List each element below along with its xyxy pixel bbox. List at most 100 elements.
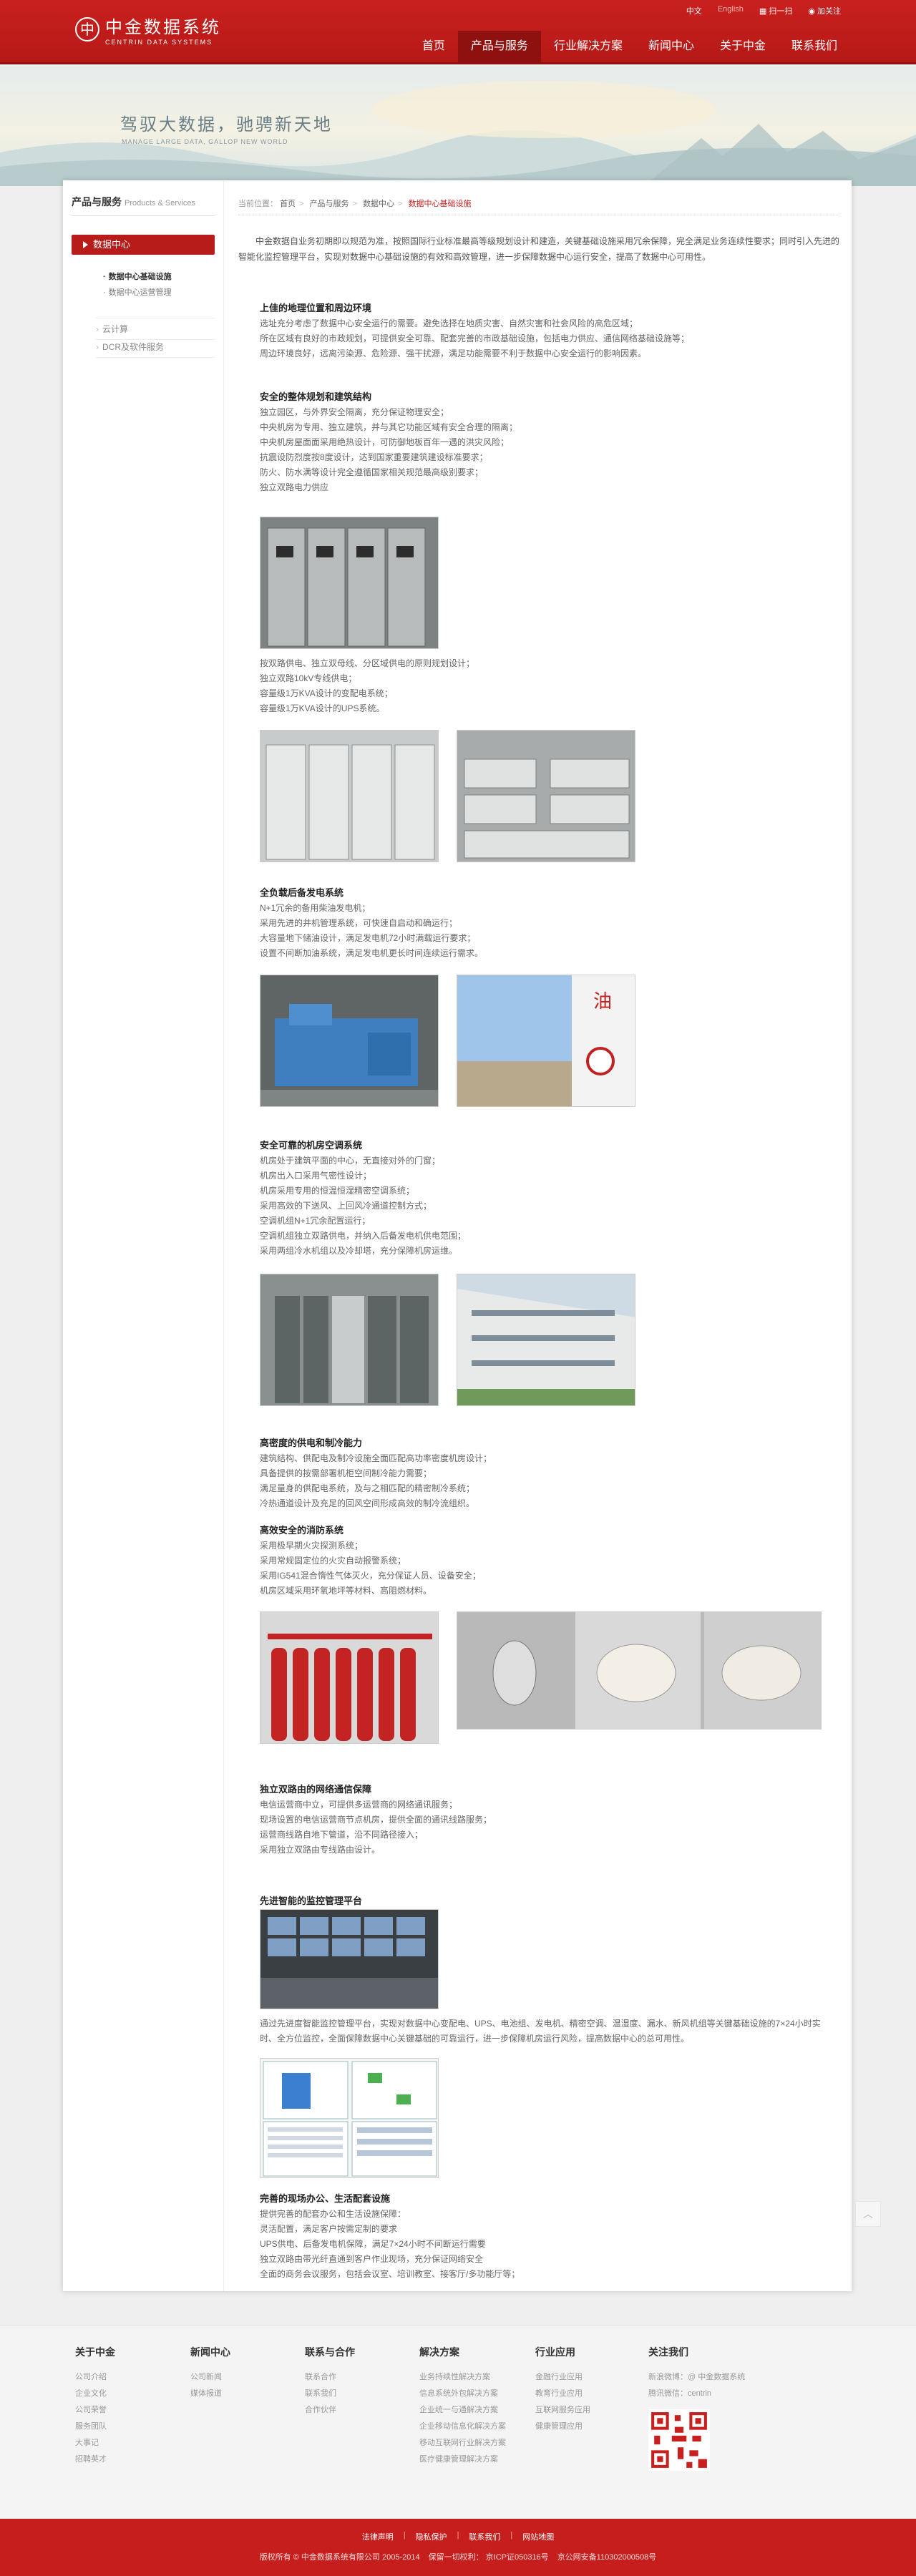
nav-solutions[interactable]: 行业解决方案: [541, 31, 635, 64]
section-body-structure: 独立园区，与外界安全隔离，充分保证物理安全； 中央机房为专用、独立建筑，并与其它功…: [260, 407, 518, 492]
fuel-sign-text: 油: [593, 991, 612, 1013]
footer-link[interactable]: 医疗健康管理解决方案: [419, 2451, 506, 2468]
breadcrumb-datacenter[interactable]: 数据中心: [363, 200, 394, 208]
qr-scan-link[interactable]: ▦ 扫一扫: [759, 5, 792, 16]
footer-link[interactable]: 公司新闻: [190, 2369, 230, 2386]
footer-link[interactable]: 健康管理应用: [535, 2419, 590, 2435]
intro-paragraph: 中金数据自业务初期即以规范为准，按照国际行业标准最高等级规划设计和建造，关键基础…: [238, 236, 840, 262]
content-card: 产品与服务Products & Services 数据中心 数据中心基础设施 数…: [63, 180, 852, 2291]
section-title-location: 上佳的地理位置和周边环境: [260, 303, 372, 313]
footer-link[interactable]: 联系合作: [305, 2369, 355, 2386]
switchgear-photo: [260, 517, 439, 649]
section-body-generator: N+1冗余的备用柴油发电机； 采用先进的并机管理系统，可快速自启动和确运行； 大容量…: [260, 903, 484, 958]
footer-col-industry: 行业应用 金融行业应用 教育行业应用 互联网服务应用 健康管理应用: [535, 2345, 590, 2435]
sidebar-item-cloud[interactable]: 云计算: [96, 318, 215, 340]
section-body-location: 选址充分考虑了数据中心安全运行的需要。避免选择在地质灾害、自然灾害和社会风险的高…: [260, 318, 690, 358]
section-title-cooling: 安全可靠的机房空调系统: [260, 1140, 363, 1151]
footer-col-solutions: 解决方案 业务持续性解决方案 信息系统外包解决方案 企业统一与通解决方案 企业移…: [419, 2345, 506, 2468]
footer-link[interactable]: 金融行业应用: [535, 2369, 590, 2386]
qr-code-icon: [648, 2409, 710, 2471]
sidebar: 产品与服务Products & Services 数据中心 数据中心基础设施 数…: [63, 180, 224, 2291]
chiller-building-photo: [457, 1274, 635, 1406]
section-title-facilities: 完善的现场办公、生活配套设施: [260, 2193, 391, 2204]
logo-name: 中金数据系统: [105, 17, 221, 37]
nav-home[interactable]: 首页: [409, 31, 458, 64]
footer-link[interactable]: 教育行业应用: [535, 2386, 590, 2402]
footer-link[interactable]: 合作伙伴: [305, 2402, 355, 2419]
nav-about[interactable]: 关于中金: [707, 31, 779, 64]
nav-contact[interactable]: 联系我们: [779, 31, 850, 64]
logo-emblem-icon: 中: [75, 17, 99, 42]
qr-icon: ▦: [759, 7, 769, 16]
footer-link[interactable]: 移动互联网行业解决方案: [419, 2435, 506, 2451]
breadcrumb-home[interactable]: 首页: [280, 200, 296, 208]
battery-room-photo: [457, 730, 635, 862]
sidebar-divider: [72, 215, 215, 216]
control-room-photo: [260, 1909, 439, 2009]
sidebar-sub-infrastructure[interactable]: 数据中心基础设施: [103, 270, 172, 282]
footer-link[interactable]: 业务持续性解决方案: [419, 2369, 506, 2386]
footer-link[interactable]: 企业统一与通解决方案: [419, 2402, 506, 2419]
section-body-cooling: 机房处于建筑平面的中心，无直接对外的门窗； 机房出入口采用气密性设计； 机房采用专用…: [260, 1156, 467, 1256]
footer-link[interactable]: 公司荣誉: [75, 2402, 115, 2419]
copyright: 版权所有 © 中金数据系统有限公司 2005-2014 保留一切权利： 京ICP…: [259, 2553, 657, 2562]
main-nav: 首页 产品与服务 行业解决方案 新闻中心 关于中金 联系我们: [409, 29, 850, 64]
section-body-facilities: 提供完善的配套办公和生活设施保障： 灵活配置，满足客户按需定制的要求 UPS供电、后…: [260, 2209, 520, 2279]
footer-col-about: 关于中金 公司介绍 企业文化 公司荣誉 服务团队 大事记 招聘英才: [75, 2345, 115, 2468]
generator-photo: [260, 975, 439, 1107]
logo-name-en: CENTRIN DATA SYSTEMS: [105, 39, 213, 46]
bottom-links: 法律声明 | 隐私保护 | 联系我们 | 网站地图: [361, 2531, 555, 2542]
sitemap-link[interactable]: 网站地图: [522, 2531, 554, 2542]
privacy-link[interactable]: 隐私保护: [416, 2531, 447, 2542]
footer-link[interactable]: 信息系统外包解决方案: [419, 2386, 506, 2402]
smoke-detectors-photo: [457, 1611, 822, 1729]
footer-col-contact: 联系与合作 联系合作 联系我们 合作伙伴: [305, 2345, 355, 2419]
site-logo[interactable]: 中 中金数据系统 CENTRIN DATA SYSTEMS: [75, 13, 221, 46]
section-title-network: 独立双路由的网络通信保障: [260, 1784, 372, 1795]
page-banner: 驾驭大数据，驰骋新天地 MANAGE LARGE DATA, GALLOP NE…: [0, 67, 916, 186]
footer-link[interactable]: 互联网服务应用: [535, 2402, 590, 2419]
main-content: 当前位置： 首页 > 产品与服务 > 数据中心 > 数据中心基础设施 中金数据自业务初…: [224, 180, 852, 2291]
ups-cabinets-photo: [260, 730, 439, 862]
contact-link[interactable]: 联系我们: [469, 2531, 500, 2542]
weibo-account[interactable]: 新浪微博：@ 中金数据系统: [648, 2369, 745, 2386]
scroll-top-button[interactable]: ︿: [855, 2201, 881, 2227]
footer-link[interactable]: 企业移动信息化解决方案: [419, 2419, 506, 2435]
footer-link[interactable]: 企业文化: [75, 2386, 115, 2402]
sidebar-sub-operations[interactable]: 数据中心运营管理: [103, 286, 172, 298]
footer-link[interactable]: 媒体报道: [190, 2386, 230, 2402]
section-body-network: 电信运营商中立，可提供多运营商的网络通讯服务； 现场设置的电信运营商节点机房，提供…: [260, 1800, 492, 1855]
legal-link[interactable]: 法律声明: [362, 2531, 394, 2542]
footer-col-news: 新闻中心 公司新闻 媒体报道: [190, 2345, 230, 2402]
wechat-account: 腾讯微信：centrin: [648, 2389, 712, 2398]
lang-chinese-link[interactable]: 中文: [686, 5, 702, 16]
footer-link[interactable]: 服务团队: [75, 2419, 115, 2435]
breadcrumb-current: 数据中心基础设施: [408, 200, 472, 208]
nav-news[interactable]: 新闻中心: [635, 31, 707, 64]
nav-products[interactable]: 产品与服务: [457, 31, 541, 64]
section-title-monitoring: 先进智能的监控管理平台: [260, 1896, 363, 1906]
fuel-depot-photo: 油: [457, 975, 635, 1107]
section-body-density: 建筑结构、供配电及制冷设施全面匹配高功率密度机房设计； 具备提供的按需部署机柜空间…: [260, 1453, 492, 1508]
sidebar-item-dcr[interactable]: DCR及软件服务: [96, 341, 215, 358]
lang-english-link[interactable]: English: [718, 5, 744, 16]
fire-cylinders-photo: [260, 1611, 439, 1744]
breadcrumb-products[interactable]: 产品与服务: [310, 200, 349, 208]
footer-link[interactable]: 大事记: [75, 2435, 115, 2451]
section-title-fire: 高效安全的消防系统: [260, 1525, 344, 1536]
breadcrumb: 当前位置： 首页 > 产品与服务 > 数据中心 > 数据中心基础设施: [238, 197, 839, 215]
sidebar-title: 产品与服务 Products & Services: [72, 196, 196, 208]
site-header: 中 中金数据系统 CENTRIN DATA SYSTEMS 中文 English…: [0, 0, 916, 64]
footer-link[interactable]: 公司介绍: [75, 2369, 115, 2386]
site-bottom-bar: 法律声明 | 隐私保护 | 联系我们 | 网站地图 版权所有 © 中金数据系统有限公司…: [0, 2519, 916, 2576]
footer-link[interactable]: 招聘英才: [75, 2451, 115, 2468]
banner-slogan-en: MANAGE LARGE DATA, GALLOP NEW WORLD: [122, 138, 288, 145]
sidebar-item-datacenter[interactable]: 数据中心: [72, 235, 215, 255]
section-body-fire: 采用极早期火灾探测系统； 采用常规固定位的火灾自动报警系统； 采用IG541混合惰性…: [260, 1541, 481, 1596]
site-footer: 关于中金 公司介绍 企业文化 公司荣誉 服务团队 大事记 招聘英才 新闻中心 公…: [0, 2326, 916, 2519]
weibo-icon: ◉: [808, 7, 817, 16]
follow-link[interactable]: ◉ 加关注: [808, 5, 841, 16]
footer-col-follow: 关注我们 新浪微博：@ 中金数据系统 腾讯微信：centrin: [648, 2345, 745, 2473]
footer-link[interactable]: 联系我们: [305, 2386, 355, 2402]
banner-slogan: 驾驭大数据，驰骋新天地: [120, 115, 333, 135]
